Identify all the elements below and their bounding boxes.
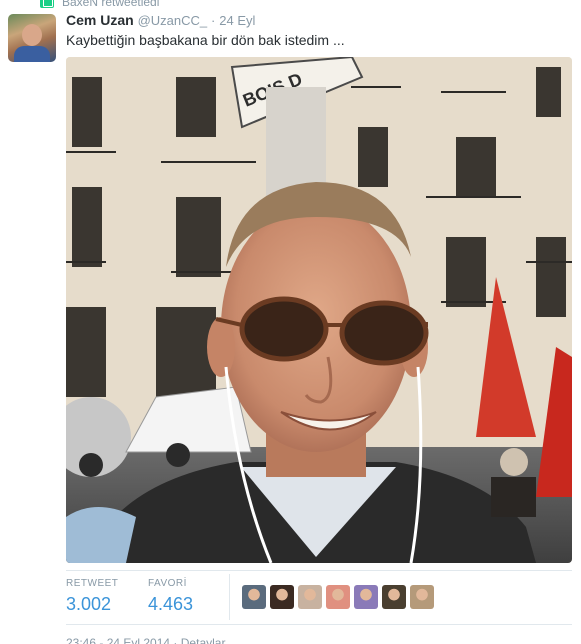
retweet-stat[interactable]: RETWEET 3.002 xyxy=(66,578,118,615)
favoriter-avatar[interactable] xyxy=(298,585,322,609)
tweet-footer: 23:46 - 24 Eyl 2014 · Detaylar xyxy=(66,636,225,644)
tweet-text: Kaybettiğin başbakana bir dön bak istedi… xyxy=(66,32,345,48)
favoriter-avatar[interactable] xyxy=(382,585,406,609)
tweet-timestamp[interactable]: 23:46 - 24 Eyl 2014 xyxy=(66,636,170,644)
favorite-stat[interactable]: FAVORİ 4.463 xyxy=(148,578,193,615)
retweet-icon xyxy=(40,0,54,8)
author-name[interactable]: Cem Uzan xyxy=(66,12,134,28)
author-avatar[interactable] xyxy=(8,14,56,62)
retweet-label: RETWEET xyxy=(66,578,119,589)
retweet-context-text[interactable]: BaxeN retweetledi xyxy=(62,0,159,9)
retweet-context: BaxeN retweetledi xyxy=(40,0,159,10)
favorite-label: FAVORİ xyxy=(148,578,187,589)
favoriters-list xyxy=(242,585,434,609)
selfie-photo: BOIS D xyxy=(66,57,572,563)
tweet-header: Cem Uzan @UzanCC_ · 24 Eyl xyxy=(66,12,255,28)
details-link[interactable]: Detaylar xyxy=(181,636,226,644)
tweet-time[interactable]: 24 Eyl xyxy=(219,13,255,28)
retweet-count[interactable]: 3.002 xyxy=(66,594,118,615)
footer-divider xyxy=(66,624,572,625)
stats-separator xyxy=(229,574,230,620)
favorite-count[interactable]: 4.463 xyxy=(148,594,193,615)
stats-divider xyxy=(66,570,572,571)
tweet-photo[interactable]: BOIS D xyxy=(66,57,572,563)
header-separator: · xyxy=(211,13,216,28)
favoriter-avatar[interactable] xyxy=(326,585,350,609)
favoriter-avatar[interactable] xyxy=(242,585,266,609)
author-handle[interactable]: @UzanCC_ xyxy=(138,13,208,28)
favoriter-avatar[interactable] xyxy=(270,585,294,609)
footer-separator: · xyxy=(173,636,178,644)
favoriter-avatar[interactable] xyxy=(354,585,378,609)
favoriter-avatar[interactable] xyxy=(410,585,434,609)
